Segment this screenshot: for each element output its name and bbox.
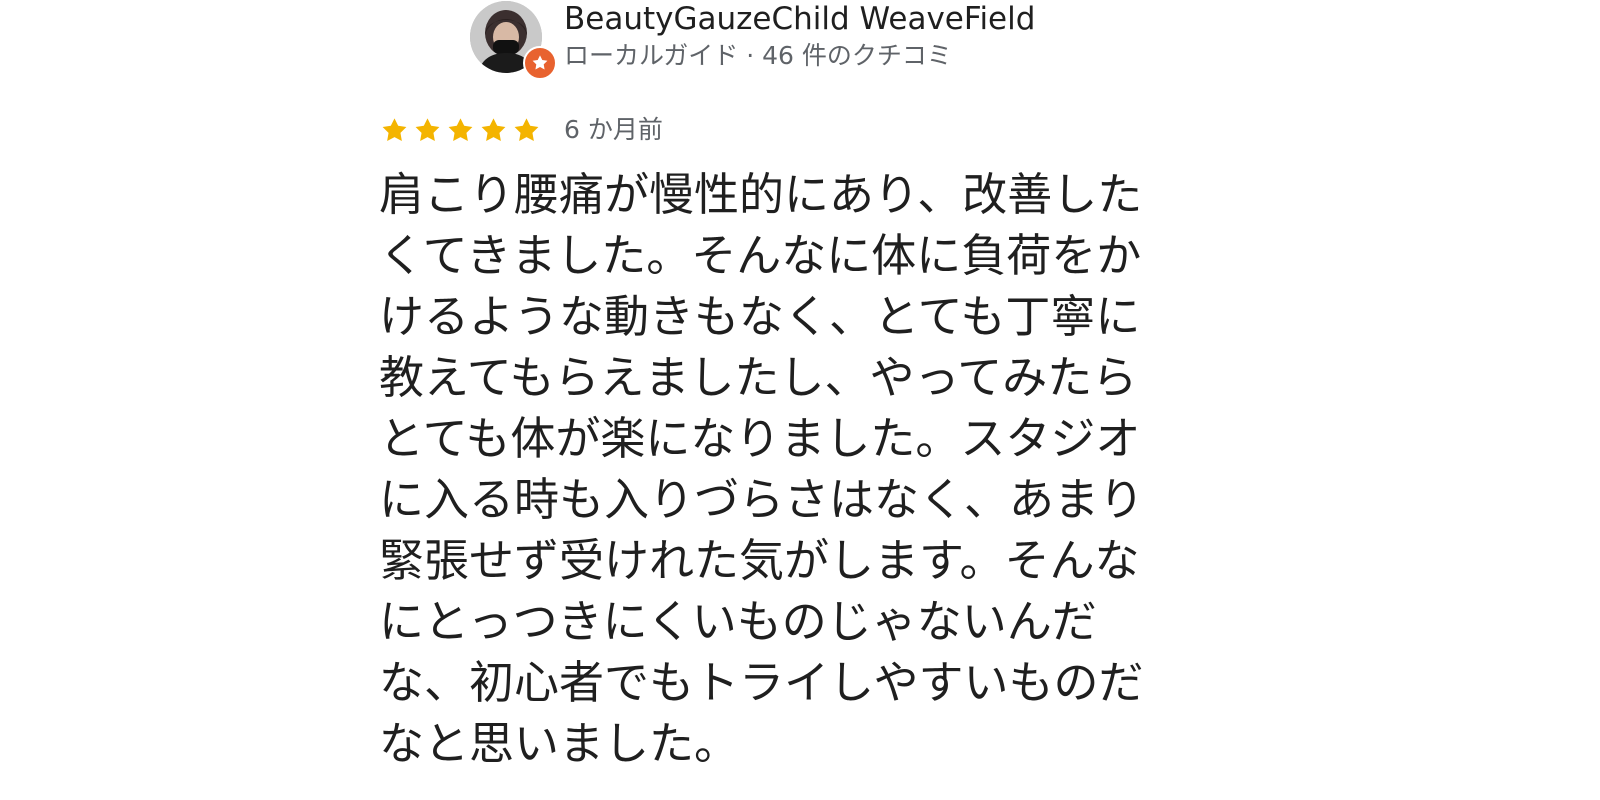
reviewer-name[interactable]: BeautyGauzeChild WeaveField xyxy=(564,0,1035,38)
review-line: くてきました。そんなに体に負荷をか xyxy=(379,229,1142,282)
review-line: とても体が楽になりました。スタジオ xyxy=(379,412,1141,465)
review-line: けるような動きもなく、とても丁寧に xyxy=(379,290,1141,343)
review-line: 緊張せず受けれた気がします。そんな xyxy=(379,534,1140,587)
review-line: に入る時も入りづらさはなく、あまり xyxy=(379,473,1145,526)
star-icon xyxy=(382,117,407,141)
badge-star-icon xyxy=(532,55,548,70)
review-line: な、初心者でもトライしやすいものだ xyxy=(379,656,1144,709)
star-icon xyxy=(415,117,440,141)
review-time: 6 か月前 xyxy=(564,115,663,144)
star-rating xyxy=(379,115,542,146)
review-line: なと思いました。 xyxy=(379,717,740,770)
review-line: 教えてもらえましたし、やってみたら xyxy=(379,351,1138,404)
review-line: 肩こり腰痛が慢性的にあり、改善した xyxy=(379,168,1143,221)
star-icon xyxy=(481,117,506,141)
reviewer-meta: ローカルガイド · 46 件のクチコミ xyxy=(564,41,952,70)
reviewer-info: BeautyGauzeChild WeaveField ローカルガイド · 46… xyxy=(564,0,1035,72)
local-guide-star-icon xyxy=(523,46,557,80)
rating-row: 6 か月前 xyxy=(379,113,663,147)
star-icon xyxy=(448,117,473,141)
star-icon xyxy=(514,117,539,141)
review-text: 肩こり腰痛が慢性的にあり、改善した くてきました。そんなに体に負荷をか けるよう… xyxy=(379,164,1179,774)
reviewer-header: BeautyGauzeChild WeaveField ローカルガイド · 46… xyxy=(470,0,1035,80)
review-card: BeautyGauzeChild WeaveField ローカルガイド · 46… xyxy=(0,0,1600,800)
avatar-container[interactable] xyxy=(470,1,557,80)
review-line: にとっつきにくいものじゃないんだ xyxy=(379,595,1097,648)
